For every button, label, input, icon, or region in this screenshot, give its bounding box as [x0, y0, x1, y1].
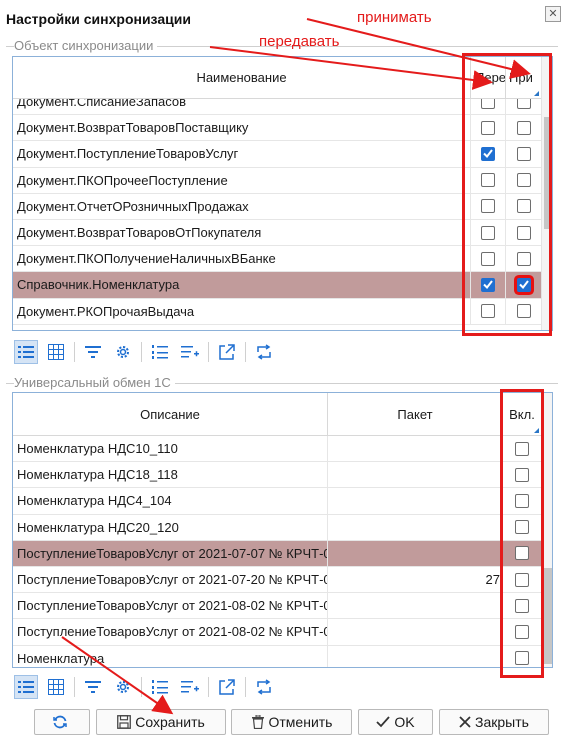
annotation-arrows	[61, 18, 531, 715]
arrow-send	[209, 46, 493, 90]
arrow-save	[61, 636, 174, 715]
arrow-receive	[306, 18, 531, 79]
